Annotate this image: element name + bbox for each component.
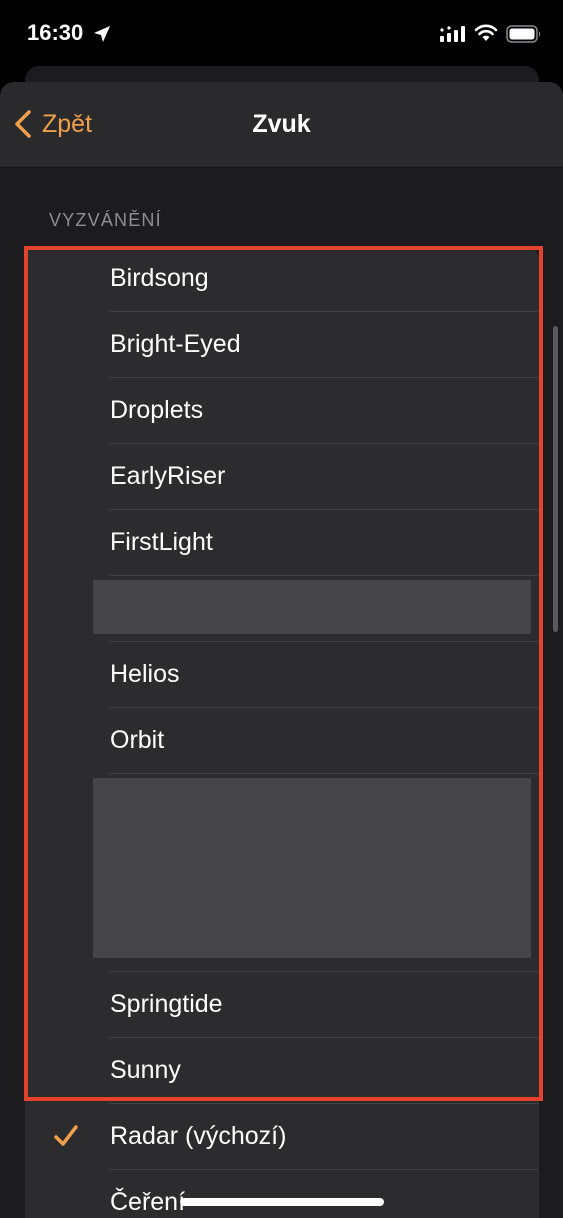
cellular-signal-icon [440, 26, 465, 42]
status-time: 16:30 [27, 20, 84, 45]
list-item-label: Čeření [110, 1188, 186, 1216]
wifi-icon [474, 24, 498, 41]
list-item-cereni[interactable]: Čeření [25, 1170, 539, 1218]
list-item-helios[interactable]: Helios [25, 642, 539, 708]
list-item-springtide[interactable]: Springtide [25, 972, 539, 1038]
battery-icon [506, 25, 541, 43]
list-item-label: Orbit [110, 726, 165, 754]
list-item-bright-eyed[interactable]: Bright-Eyed [25, 312, 539, 378]
list-item-birdsong[interactable]: Birdsong [25, 246, 539, 312]
sound-sheet: Zpět Zvuk VYZVÁNĚNÍ Birdsong Bright-Eyed… [0, 82, 563, 1218]
list-item-droplets[interactable]: Droplets [25, 378, 539, 444]
list-item-label: Droplets [110, 396, 204, 424]
redacted-block [93, 580, 531, 634]
redacted-block [93, 778, 531, 958]
list-item-label: Helios [110, 660, 180, 688]
list-item-label: EarlyRiser [110, 462, 226, 490]
checkmark-icon [54, 1125, 78, 1146]
list-item-label: Springtide [110, 990, 223, 1018]
list-item-firstlight[interactable]: FirstLight [25, 510, 539, 576]
page-title: Zvuk [252, 110, 311, 138]
list-item-orbit[interactable]: Orbit [25, 708, 539, 774]
list-item-sunny[interactable]: Sunny [25, 1038, 539, 1104]
list-item-redacted[interactable] [25, 774, 539, 972]
navigation-bar: Zpět Zvuk [0, 82, 563, 166]
list-item-label: Radar (výchozí) [110, 1122, 287, 1150]
list-item-label: Bright-Eyed [110, 330, 241, 358]
location-arrow-icon [94, 26, 110, 42]
status-bar: 16:30 [0, 0, 563, 66]
list-item-label: FirstLight [110, 528, 213, 556]
list-item-radar-default[interactable]: Radar (výchozí) [25, 1104, 539, 1170]
scroll-indicator[interactable] [553, 326, 558, 632]
list-item-redacted[interactable] [25, 576, 539, 642]
list-item-earlyriser[interactable]: EarlyRiser [25, 444, 539, 510]
ringtone-list: Birdsong Bright-Eyed Droplets EarlyRiser… [25, 246, 539, 1218]
list-item-label: Birdsong [110, 264, 209, 292]
section-header-ringtones: VYZVÁNĚNÍ [49, 210, 162, 230]
home-indicator[interactable] [180, 1198, 384, 1206]
list-item-label: Sunny [110, 1056, 181, 1084]
